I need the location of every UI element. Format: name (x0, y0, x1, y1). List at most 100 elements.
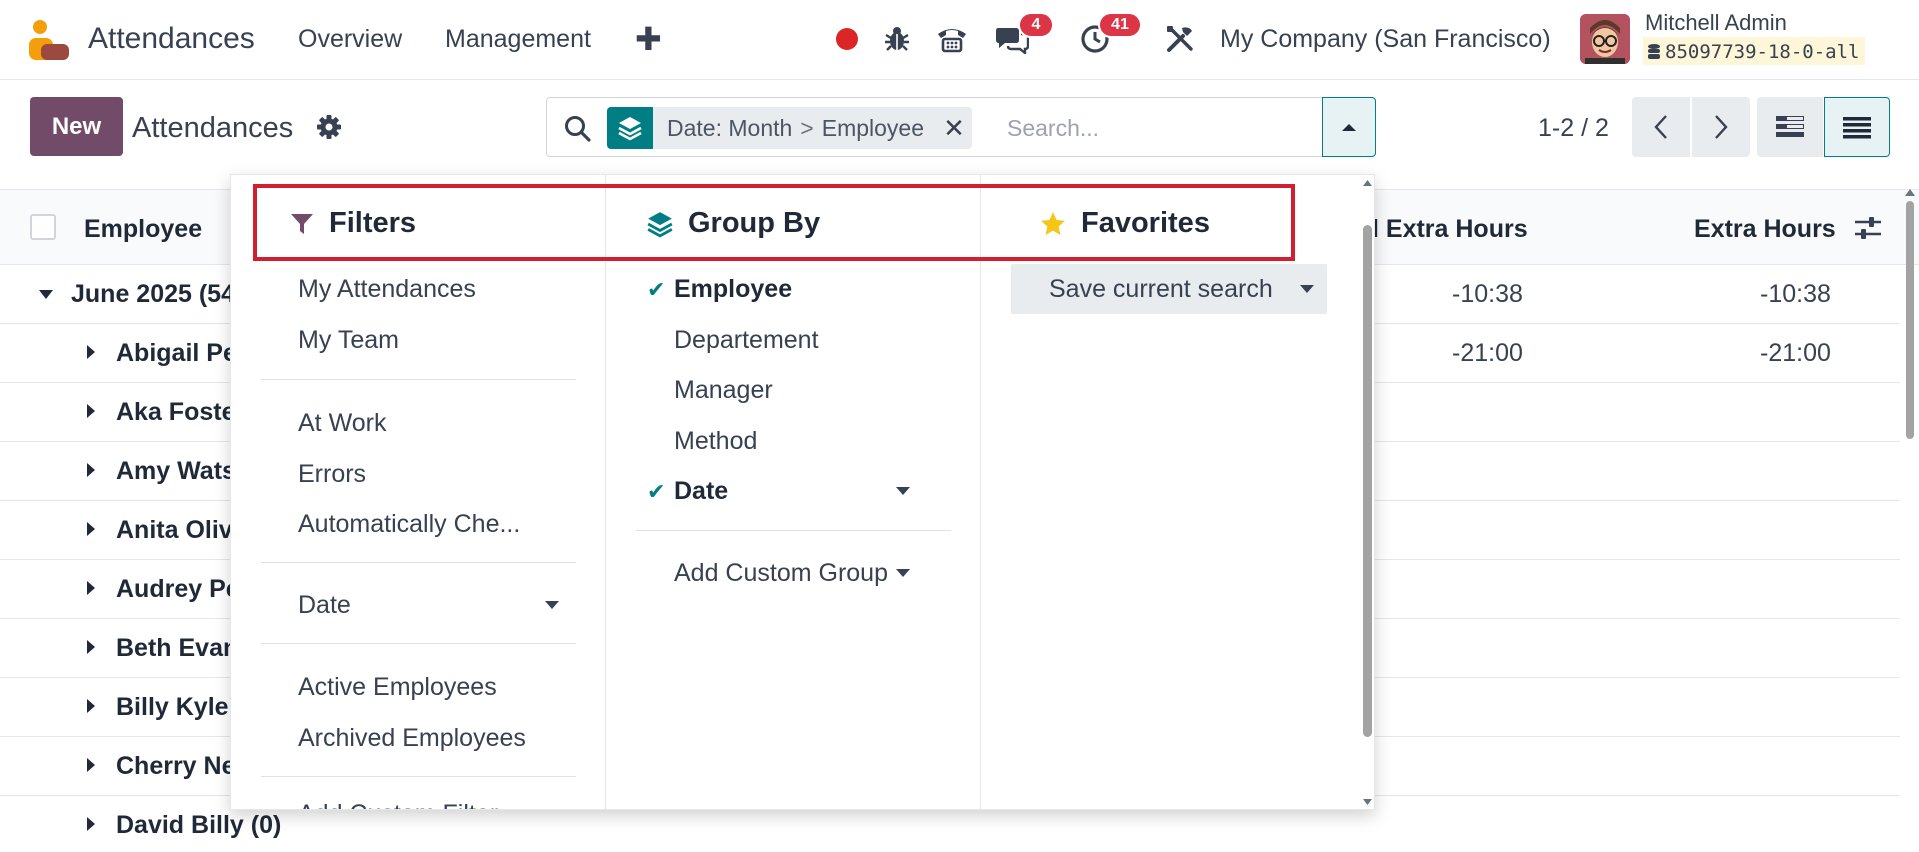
group-by-date-caret-icon[interactable] (896, 487, 910, 495)
employee-group-label: Amy Wats (116, 457, 236, 485)
pager-previous-button[interactable] (1632, 97, 1690, 157)
top-navbar: Attendances Overview Management ✚ 4 41 M… (0, 0, 1919, 80)
menu-management[interactable]: Management (445, 25, 591, 54)
employee-group-label: Billy Kyle (116, 693, 229, 721)
search-facet: Date: Month > Employee ✕ (607, 107, 973, 149)
save-search-caret-icon (1300, 285, 1314, 293)
filter-date-caret-icon[interactable] (545, 601, 559, 609)
app-title[interactable]: Attendances (88, 22, 255, 56)
search-options-toggle[interactable] (1322, 97, 1376, 157)
employee-group-label: Beth Evan (116, 634, 239, 662)
add-custom-group-caret-icon[interactable] (896, 569, 910, 577)
group-by-divider (636, 530, 951, 531)
group-total-extra-hours: -10:38 (1452, 280, 1523, 308)
caret-right-icon (87, 640, 95, 654)
activity-badge: 41 (1098, 12, 1142, 38)
total-extra-hours-value: -21:00 (1452, 339, 1523, 367)
group-by-date[interactable]: Date (674, 477, 728, 506)
caret-down-icon (39, 290, 53, 299)
chat-badge: 4 (1018, 12, 1054, 38)
column-extra-hours[interactable]: Extra Hours (1694, 215, 1836, 244)
phone-icon[interactable] (935, 22, 969, 56)
avatar[interactable] (1580, 14, 1630, 64)
filter-automatically-checked[interactable]: Automatically Che... (298, 510, 520, 539)
pager-next-button[interactable] (1692, 97, 1750, 157)
group-extra-hours: -10:38 (1760, 280, 1831, 308)
column-employee[interactable]: Employee (84, 215, 202, 244)
employee-group-label: Aka Foste (116, 398, 236, 426)
filter-my-attendances[interactable]: My Attendances (298, 275, 476, 304)
attendances-logo-icon[interactable] (27, 18, 71, 62)
employee-group-label: Anita Oliv (116, 516, 233, 544)
employee-group-label: Cherry Ne (116, 752, 236, 780)
caret-right-icon (87, 345, 95, 359)
filter-at-work[interactable]: At Work (298, 409, 386, 438)
gear-icon[interactable] (316, 114, 342, 140)
facet-value: Employee (821, 114, 925, 141)
filter-errors[interactable]: Errors (298, 460, 366, 489)
menu-overview[interactable]: Overview (298, 25, 402, 54)
filter-divider (261, 562, 576, 563)
highlight-annotation-box (253, 184, 1295, 261)
database-badge: 85097739-18-0-all (1643, 37, 1866, 65)
tools-icon[interactable] (1163, 22, 1197, 56)
bug-icon[interactable] (880, 22, 914, 56)
add-menu-icon[interactable]: ✚ (635, 20, 662, 58)
caret-right-icon (87, 758, 95, 772)
filter-my-team[interactable]: My Team (298, 326, 399, 355)
search-icon[interactable] (563, 114, 593, 144)
filter-divider (261, 776, 576, 777)
group-by-department[interactable]: Departement (674, 326, 819, 355)
group-by-manager[interactable]: Manager (674, 376, 773, 405)
filter-divider (261, 379, 576, 380)
add-custom-filter[interactable]: Add Custom Filter (298, 800, 498, 809)
check-icon: ✔ (647, 277, 666, 302)
check-icon: ✔ (647, 479, 666, 504)
filters-panel: Filters My Attendances My Team At Work E… (231, 175, 606, 809)
group-by-panel: Group By ✔ Employee Departement Manager … (606, 175, 981, 809)
column-settings-icon[interactable] (1852, 212, 1884, 244)
filter-date[interactable]: Date (298, 591, 351, 620)
extra-hours-value: -21:00 (1760, 339, 1831, 367)
layers-icon (607, 107, 653, 149)
filter-active-employees[interactable]: Active Employees (298, 673, 497, 702)
page-title: Attendances (132, 112, 294, 144)
database-icon (1648, 44, 1660, 59)
facet-label: Date: Month > Employee (653, 115, 936, 142)
search-input[interactable] (1007, 108, 1307, 148)
group-by-method[interactable]: Method (674, 427, 757, 456)
group-by-employee[interactable]: Employee (674, 275, 792, 304)
dropdown-scrollbar-thumb[interactable] (1363, 225, 1372, 737)
employee-group-label: David Billy (0) (116, 811, 282, 839)
select-all-checkbox[interactable] (30, 214, 56, 240)
caret-right-icon (87, 581, 95, 595)
new-button[interactable]: New (30, 97, 123, 156)
caret-right-icon (87, 699, 95, 713)
caret-right-icon (87, 404, 95, 418)
search-options-dropdown: Filters My Attendances My Team At Work E… (230, 174, 1375, 810)
company-switcher[interactable]: My Company (San Francisco) (1220, 25, 1551, 54)
caret-right-icon (87, 817, 95, 831)
view-list-button[interactable] (1824, 97, 1890, 157)
caret-right-icon (87, 463, 95, 477)
pager-value[interactable]: 1-2 / 2 (1538, 114, 1609, 143)
record-icon[interactable] (830, 22, 864, 56)
group-label: June 2025 (54 (71, 280, 235, 308)
user-name[interactable]: Mitchell Admin (1645, 10, 1787, 36)
facet-close-icon[interactable]: ✕ (936, 107, 972, 149)
list-icon (1843, 117, 1871, 139)
facet-field: Date: Month (667, 114, 793, 141)
filter-archived-employees[interactable]: Archived Employees (298, 724, 526, 753)
chevron-left-icon (1654, 115, 1667, 139)
column-total-extra-hours[interactable]: l Extra Hours (1372, 215, 1528, 244)
view-kanban-button[interactable] (1757, 97, 1823, 157)
search-bar: Date: Month > Employee ✕ (546, 97, 1376, 157)
filter-divider (261, 643, 576, 644)
save-current-search-label: Save current search (1049, 274, 1273, 303)
caret-right-icon (87, 522, 95, 536)
add-custom-group[interactable]: Add Custom Group (674, 559, 888, 588)
facet-separator: > (800, 114, 814, 141)
employee-group-label: Abigail Pe (116, 339, 237, 367)
save-current-search-button[interactable]: Save current search (1011, 264, 1327, 314)
page-scrollbar[interactable] (1904, 189, 1916, 849)
